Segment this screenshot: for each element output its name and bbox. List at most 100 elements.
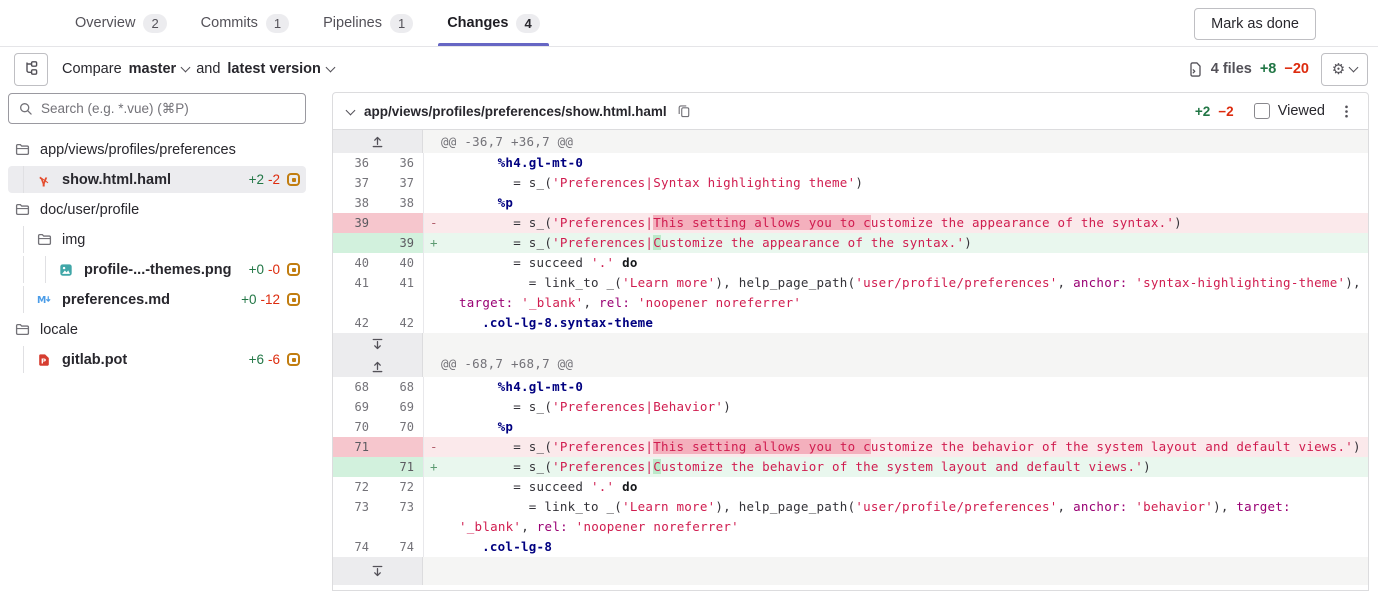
line-marker: + (423, 457, 443, 477)
old-line-number[interactable]: 70 (333, 417, 378, 437)
viewed-checkbox[interactable] (1254, 103, 1270, 119)
image-file-icon (59, 263, 77, 277)
old-line-number[interactable]: 39 (333, 213, 378, 233)
file-change-stats: +0-0 (243, 262, 300, 277)
tab-count-badge: 1 (390, 14, 413, 33)
old-line-number[interactable]: 41 (333, 273, 378, 313)
tab-commits[interactable]: Commits1 (201, 0, 289, 46)
code-line: = succeed '.' do (443, 477, 1368, 497)
code-line: = s_('Preferences|This setting allows yo… (443, 437, 1368, 457)
new-line-number[interactable]: 73 (378, 497, 423, 537)
total-additions: +8 (1260, 61, 1277, 77)
new-line-number[interactable] (378, 213, 423, 233)
tree-folder-doc-user-profile[interactable]: doc/user/profile (8, 196, 306, 223)
expand-down-button[interactable] (333, 333, 422, 355)
expand-up-button[interactable] (333, 355, 422, 377)
file-options-kebab-icon[interactable] (1339, 104, 1354, 119)
tab-label: Pipelines (323, 15, 382, 31)
old-line-number[interactable]: 73 (333, 497, 378, 537)
line-marker (423, 173, 443, 193)
diff-line: 4242 .col-lg-8.syntax-theme (333, 313, 1368, 333)
code-line: = link_to _('Learn more'), help_page_pat… (443, 273, 1368, 313)
file-change-stats: +6-6 (243, 352, 300, 367)
tab-changes[interactable]: Changes4 (447, 0, 539, 46)
target-version-dropdown[interactable]: latest version (227, 61, 334, 77)
new-line-number[interactable]: 72 (378, 477, 423, 497)
new-line-number[interactable]: 36 (378, 153, 423, 173)
hunk-header: @@ -68,7 +68,7 @@ (423, 333, 1368, 377)
old-line-number[interactable]: 74 (333, 537, 378, 557)
merge-request-changes-page: Overview2 Commits1 Pipelines 1 Changes4 Mark… (0, 0, 1378, 591)
old-line-number[interactable]: 40 (333, 253, 378, 273)
old-line-number[interactable]: 37 (333, 173, 378, 193)
tree-item-label: preferences.md (62, 292, 170, 308)
mark-as-done-button[interactable]: Mark as done (1194, 8, 1316, 40)
line-marker: - (423, 437, 443, 457)
expand-up-button[interactable] (333, 131, 422, 153)
tab-pipelines[interactable]: Pipelines 1 (323, 0, 413, 46)
tree-file-gitlab.pot[interactable]: Pgitlab.pot+6-6 (8, 346, 306, 373)
old-line-number[interactable]: 68 (333, 377, 378, 397)
tabs: Overview2 Commits1 Pipelines 1 Changes4 (75, 0, 540, 46)
line-marker (423, 477, 443, 497)
new-line-number[interactable]: 42 (378, 313, 423, 333)
old-line-number[interactable]: 72 (333, 477, 378, 497)
expand-gutter (333, 130, 423, 153)
additions-count: +0 (249, 262, 264, 277)
code-line: .col-lg-8 (443, 537, 1368, 557)
code-line: = link_to _('Learn more'), help_page_pat… (443, 497, 1368, 537)
new-line-number[interactable]: 37 (378, 173, 423, 193)
expand-down-button[interactable] (333, 557, 422, 585)
indent-guide (23, 256, 37, 283)
tree-folder-img[interactable]: img (8, 226, 306, 253)
old-line-number[interactable]: 42 (333, 313, 378, 333)
indent-guide (23, 286, 37, 313)
tree-folder-app-views-profiles-preferences[interactable]: app/views/profiles/preferences (8, 136, 306, 163)
diff-line: 3737 = s_('Preferences|Syntax highlighti… (333, 173, 1368, 193)
line-marker (423, 253, 443, 273)
tree-item-label: doc/user/profile (40, 202, 139, 218)
tree-folder-locale[interactable]: locale (8, 316, 306, 343)
tab-overview[interactable]: Overview2 (75, 0, 167, 46)
haml-file-icon: γ (37, 173, 55, 187)
collapse-file-chevron-icon[interactable] (346, 105, 356, 115)
new-line-number[interactable]: 69 (378, 397, 423, 417)
new-line-number[interactable]: 41 (378, 273, 423, 313)
source-branch-dropdown[interactable]: master (129, 61, 190, 77)
tree-item-label: show.html.haml (62, 172, 171, 188)
arrow-down-to-bar-icon (371, 565, 384, 578)
new-line-number[interactable]: 70 (378, 417, 423, 437)
new-line-number[interactable]: 38 (378, 193, 423, 213)
old-line-number[interactable]: 36 (333, 153, 378, 173)
pot-file-icon: P (37, 353, 55, 367)
diff-line: 39+ = s_('Preferences|Customize the appe… (333, 233, 1368, 253)
copy-path-icon[interactable] (677, 104, 691, 118)
diff-body: @@ -36,7 +36,7 @@3636 %h4.gl-mt-03737 = … (333, 130, 1368, 585)
diff-line: 71+ = s_('Preferences|Customize the beha… (333, 457, 1368, 477)
new-line-number[interactable]: 39 (378, 233, 423, 253)
line-marker (423, 497, 443, 537)
mr-tabs-bar: Overview2 Commits1 Pipelines 1 Changes4 Mark… (0, 0, 1378, 47)
diff-settings-button[interactable]: ⚙ (1321, 53, 1368, 86)
old-line-number[interactable]: 38 (333, 193, 378, 213)
file-additions: +2 (1195, 104, 1210, 119)
file-search-input[interactable] (41, 101, 295, 116)
diff-line: 7373 = link_to _('Learn more'), help_pag… (333, 497, 1368, 537)
old-line-number[interactable]: 69 (333, 397, 378, 417)
indent-guide (45, 256, 59, 283)
tree-item-label: app/views/profiles/preferences (40, 142, 236, 158)
tree-file-show.html.haml[interactable]: γshow.html.haml+2-2 (8, 166, 306, 193)
code-line: = succeed '.' do (443, 253, 1368, 273)
new-line-number[interactable]: 74 (378, 537, 423, 557)
new-line-number[interactable]: 40 (378, 253, 423, 273)
old-line-number[interactable] (333, 457, 378, 477)
new-line-number[interactable]: 68 (378, 377, 423, 397)
new-line-number[interactable] (378, 437, 423, 457)
file-tree-toggle-button[interactable] (14, 53, 48, 86)
tree-file-preferences.md[interactable]: Mpreferences.md+0-12 (8, 286, 306, 313)
old-line-number[interactable] (333, 233, 378, 253)
svg-text:P: P (41, 357, 46, 365)
new-line-number[interactable]: 71 (378, 457, 423, 477)
tree-file-profile-...-themes.png[interactable]: profile-...-themes.png+0-0 (8, 256, 306, 283)
old-line-number[interactable]: 71 (333, 437, 378, 457)
